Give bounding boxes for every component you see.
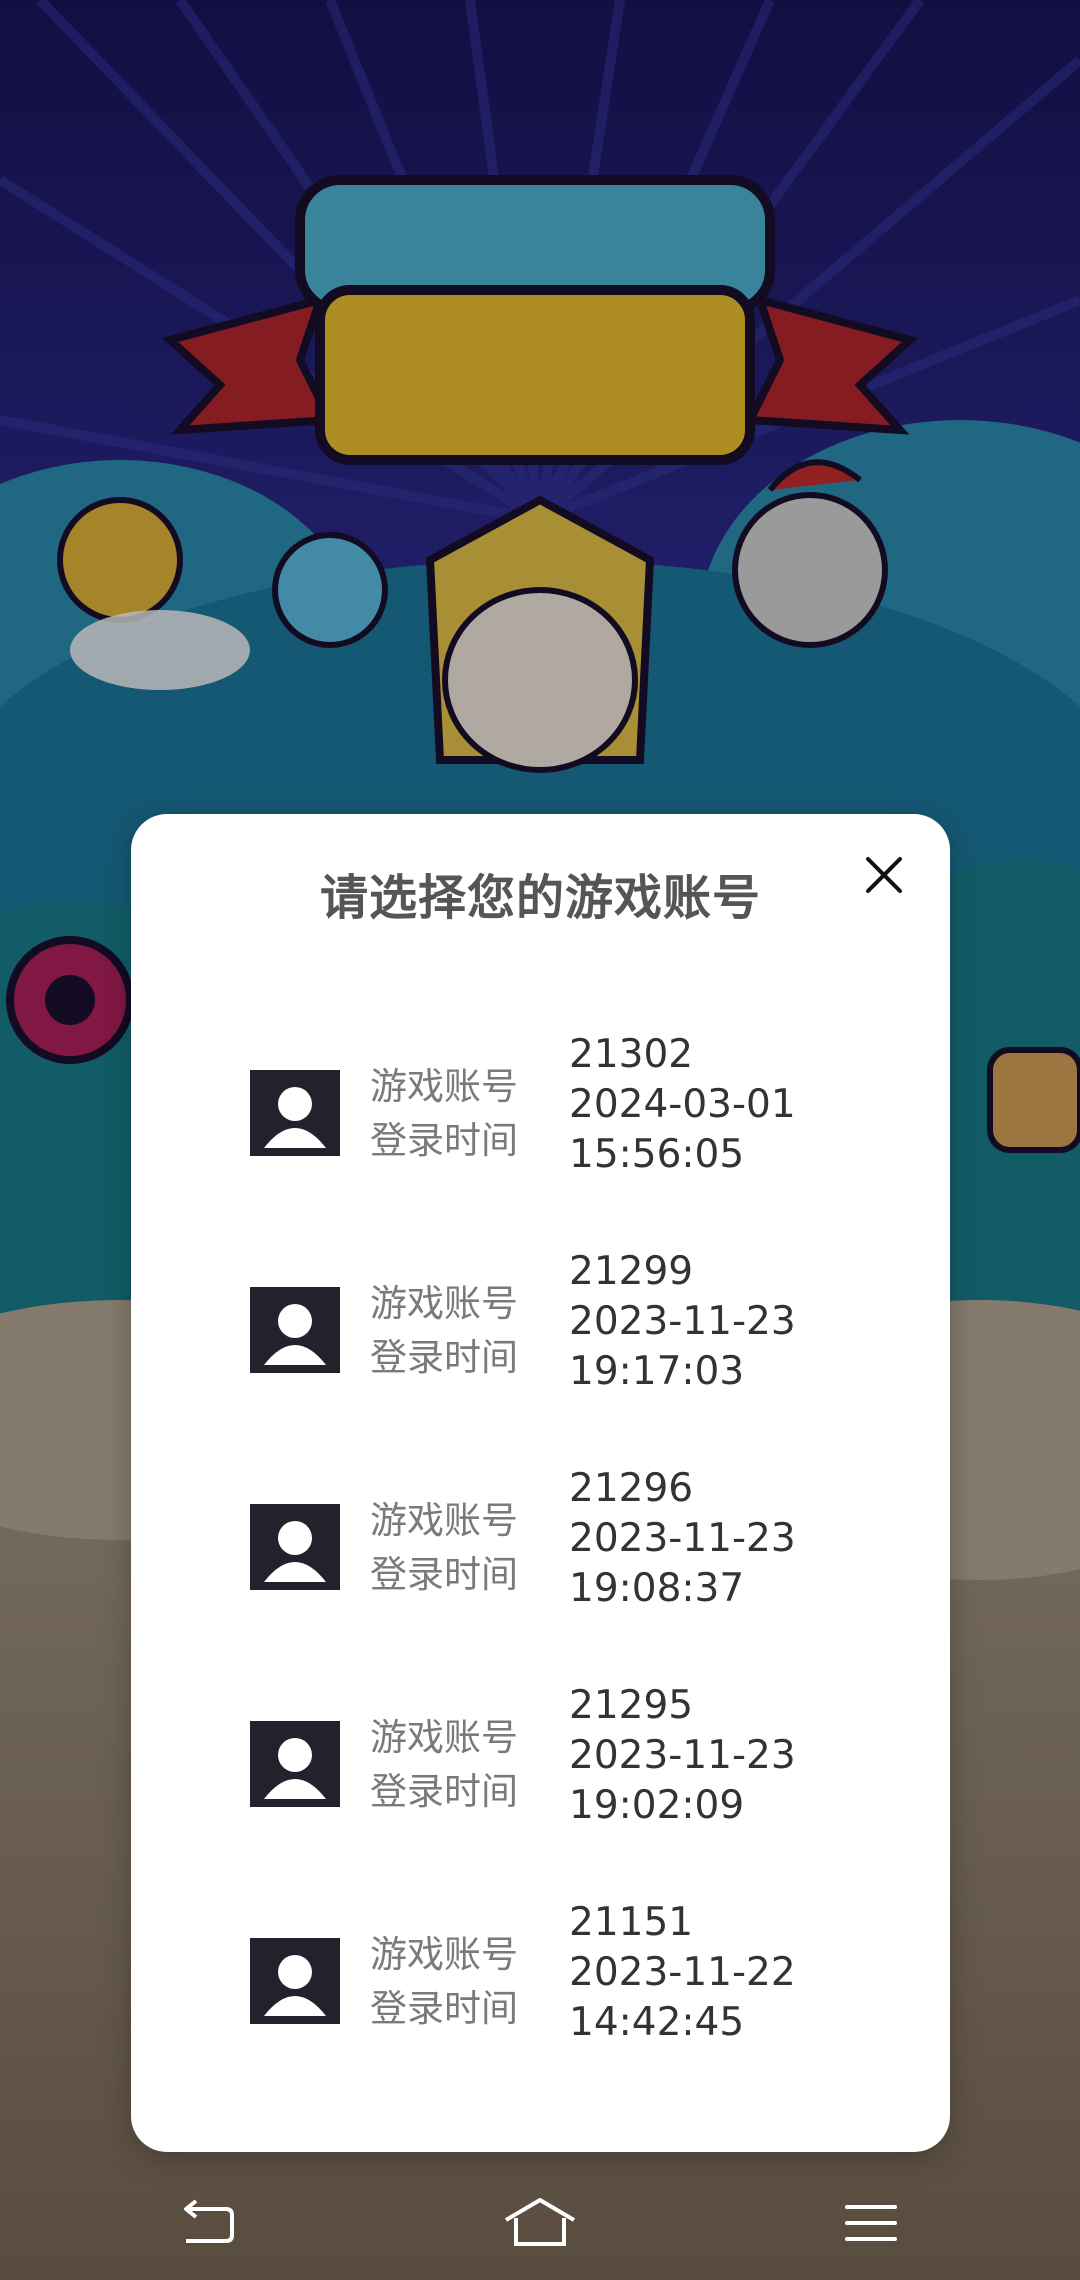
login-time: 19:02:09 bbox=[569, 1783, 745, 1828]
account-row[interactable]: 游戏账号 登录时间 21295 2023-11-23 19:02:09 bbox=[131, 1681, 950, 1851]
account-label: 游戏账号 bbox=[370, 1282, 518, 1325]
account-label: 游戏账号 bbox=[370, 1933, 518, 1976]
account-id: 21296 bbox=[569, 1466, 694, 1511]
account-id: 21299 bbox=[569, 1249, 694, 1294]
login-time: 19:08:37 bbox=[569, 1566, 745, 1611]
avatar-icon bbox=[250, 1938, 340, 2024]
account-id: 21302 bbox=[569, 1032, 694, 1077]
login-time-label: 登录时间 bbox=[370, 1553, 518, 1596]
close-button[interactable] bbox=[849, 840, 919, 910]
login-date: 2024-03-01 bbox=[569, 1082, 796, 1127]
avatar-icon bbox=[250, 1721, 340, 1807]
account-id: 21151 bbox=[569, 1900, 694, 1945]
login-time: 19:17:03 bbox=[569, 1349, 745, 1394]
avatar-icon bbox=[250, 1070, 340, 1156]
login-time: 14:42:45 bbox=[569, 2000, 745, 2045]
home-button[interactable] bbox=[495, 2188, 585, 2258]
avatar-icon bbox=[250, 1287, 340, 1373]
account-select-dialog: 请选择您的游戏账号 游戏账号 登录时间 21302 2024-03-01 15:… bbox=[131, 814, 950, 2152]
login-time-label: 登录时间 bbox=[370, 1987, 518, 2030]
login-date: 2023-11-23 bbox=[569, 1516, 796, 1561]
home-icon bbox=[504, 2198, 576, 2246]
login-time-label: 登录时间 bbox=[370, 1336, 518, 1379]
account-label: 游戏账号 bbox=[370, 1716, 518, 1759]
back-button[interactable] bbox=[163, 2188, 253, 2258]
back-arrow-icon bbox=[184, 2199, 234, 2243]
account-row[interactable]: 游戏账号 登录时间 21302 2024-03-01 15:56:05 bbox=[131, 1030, 950, 1200]
account-label: 游戏账号 bbox=[370, 1499, 518, 1542]
login-date: 2023-11-22 bbox=[569, 1950, 796, 1995]
account-row[interactable]: 游戏账号 登录时间 21296 2023-11-23 19:08:37 bbox=[131, 1464, 950, 1634]
account-id: 21295 bbox=[569, 1683, 694, 1728]
account-row[interactable]: 游戏账号 登录时间 21151 2023-11-22 14:42:45 bbox=[131, 1898, 950, 2068]
close-icon bbox=[866, 857, 902, 893]
login-date: 2023-11-23 bbox=[569, 1299, 796, 1344]
avatar-icon bbox=[250, 1504, 340, 1590]
menu-icon bbox=[845, 2205, 897, 2241]
login-date: 2023-11-23 bbox=[569, 1733, 796, 1778]
login-time-label: 登录时间 bbox=[370, 1119, 518, 1162]
account-row[interactable]: 游戏账号 登录时间 21299 2023-11-23 19:17:03 bbox=[131, 1247, 950, 1417]
menu-button[interactable] bbox=[826, 2188, 916, 2258]
login-time-label: 登录时间 bbox=[370, 1770, 518, 1813]
system-navigation-bar bbox=[0, 2166, 1080, 2280]
login-time: 15:56:05 bbox=[569, 1132, 745, 1177]
dialog-title: 请选择您的游戏账号 bbox=[319, 870, 761, 926]
account-label: 游戏账号 bbox=[370, 1065, 518, 1108]
